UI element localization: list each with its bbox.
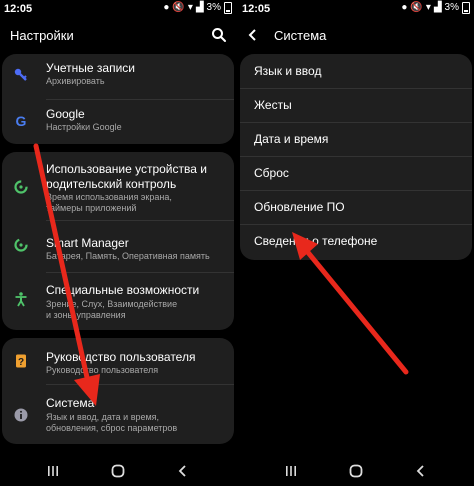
battery-percent: 3% (206, 2, 221, 13)
item-title: Сброс (254, 166, 289, 180)
item-title: Google (46, 107, 85, 121)
accessibility-icon (12, 290, 30, 308)
item-title-line1: Использование устройства и (46, 162, 207, 176)
menu-item-reset[interactable]: Сброс (240, 156, 472, 190)
page-title: Система (274, 28, 327, 43)
info-icon (12, 406, 30, 424)
item-subtitle-line1: Время использования экрана, (46, 192, 172, 202)
notification-dot-icon: ● (401, 2, 408, 13)
item-subtitle: Архивировать (46, 76, 105, 86)
wifi-icon: ▾ (187, 2, 193, 13)
status-bar: 12:05 ● 🔇 ▾ ▟ 3% (0, 0, 236, 18)
item-subtitle-line1: Зрение, Слух, Взаимодействие (46, 299, 178, 309)
item-title: Система (46, 396, 95, 410)
battery-percent: 3% (444, 2, 459, 13)
item-subtitle-line2: и зоны управления (46, 310, 126, 320)
signal-icon: ▟ (195, 2, 204, 13)
item-subtitle: Батарея, Память, Оперативная память (46, 251, 210, 261)
settings-item-smart-manager[interactable]: Smart Manager Батарея, Память, Оперативн… (2, 220, 234, 272)
item-title-line2: родительский контроль (46, 177, 177, 191)
header: Система (238, 22, 474, 50)
menu-item-date-time[interactable]: Дата и время (240, 122, 472, 156)
settings-screen: 12:05 ● 🔇 ▾ ▟ 3% Настройки Учетные запис… (0, 0, 236, 486)
mute-icon: 🔇 (172, 2, 185, 13)
status-bar: 12:05 ● 🔇 ▾ ▟ 3% (238, 0, 474, 18)
back-arrow-icon[interactable] (244, 26, 262, 44)
settings-item-system[interactable]: Система Язык и ввод, дата и время, обнов… (2, 384, 234, 444)
back-icon[interactable] (412, 462, 430, 480)
notification-dot-icon: ● (163, 2, 170, 13)
home-icon[interactable] (347, 462, 365, 480)
card-device: Использование устройства и родительский … (2, 152, 234, 330)
battery-icon (462, 2, 470, 14)
manual-icon: ? (12, 352, 30, 370)
item-title: Руководство пользователя (46, 350, 196, 364)
item-subtitle: Руководство пользователя (46, 365, 159, 375)
card-system: ? Руководство пользователя Руководство п… (2, 338, 234, 444)
item-title: Обновление ПО (254, 200, 345, 214)
key-icon (12, 66, 30, 84)
menu-item-software-update[interactable]: Обновление ПО (240, 190, 472, 224)
search-icon[interactable] (210, 26, 228, 44)
mute-icon: 🔇 (410, 2, 423, 13)
settings-item-user-manual[interactable]: ? Руководство пользователя Руководство п… (2, 338, 234, 384)
recent-apps-icon[interactable] (282, 462, 300, 480)
item-subtitle-line2: обновления, сброс параметров (46, 423, 178, 433)
recent-apps-icon[interactable] (44, 462, 62, 480)
wifi-icon: ▾ (425, 2, 431, 13)
system-screen: 12:05 ● 🔇 ▾ ▟ 3% Система Язык и ввод Жес… (238, 0, 474, 486)
settings-item-accessibility[interactable]: Специальные возможности Зрение, Слух, Вз… (2, 272, 234, 330)
item-title: Язык и ввод (254, 64, 322, 78)
wellbeing-icon (12, 178, 30, 196)
item-subtitle: Настройки Google (46, 122, 122, 132)
status-time: 12:05 (242, 3, 271, 15)
settings-item-accounts[interactable]: Учетные записи Архивировать (2, 54, 234, 99)
item-title: Дата и время (254, 132, 329, 146)
item-subtitle-line1: Язык и ввод, дата и время, (46, 412, 160, 422)
item-title: Учетные записи (46, 61, 135, 75)
svg-text:G: G (16, 113, 27, 129)
signal-icon: ▟ (433, 2, 442, 13)
item-title: Smart Manager (46, 236, 129, 250)
menu-item-about-phone[interactable]: Сведения о телефоне (240, 224, 472, 258)
nav-bar (0, 456, 236, 486)
settings-item-digital-wellbeing[interactable]: Использование устройства и родительский … (2, 152, 234, 220)
menu-item-gestures[interactable]: Жесты (240, 88, 472, 122)
smart-manager-icon (12, 236, 30, 254)
item-title: Сведения о телефоне (254, 234, 378, 248)
item-title: Специальные возможности (46, 283, 200, 297)
card-accounts: Учетные записи Архивировать G Google Нас… (2, 54, 234, 144)
back-icon[interactable] (174, 462, 192, 480)
nav-bar (238, 456, 474, 486)
status-time: 12:05 (4, 3, 33, 15)
svg-text:?: ? (18, 357, 24, 368)
item-title: Жесты (254, 98, 292, 112)
header: Настройки (0, 22, 236, 50)
menu-item-language[interactable]: Язык и ввод (240, 54, 472, 88)
home-icon[interactable] (109, 462, 127, 480)
google-icon: G (12, 112, 30, 130)
item-subtitle-line2: таймеры приложений (46, 203, 137, 213)
battery-icon (224, 2, 232, 14)
settings-item-google[interactable]: G Google Настройки Google (2, 99, 234, 144)
card-system-menu: Язык и ввод Жесты Дата и время Сброс Обн… (240, 54, 472, 260)
page-title: Настройки (10, 28, 74, 43)
